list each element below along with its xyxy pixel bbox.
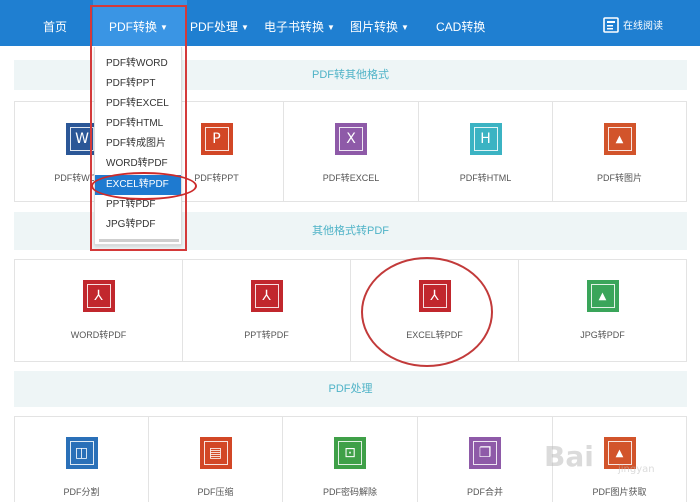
nav-pdf-process-label: PDF处理 (190, 20, 239, 34)
ppt-icon: P (200, 123, 233, 155)
annotation-ellipse-menu (91, 172, 197, 200)
split-icon-glyph: ◫ (69, 441, 94, 465)
section-other-to-pdf: ⅄ WORD转PDF ⅄ PPT转PDF ⅄ EXCEL转PDF ▲ JPG转P… (14, 259, 687, 362)
jpg-icon-glyph: ▲ (590, 284, 615, 308)
chevron-down-icon: ▼ (327, 23, 335, 32)
merge-icon-glyph: ❐ (473, 441, 497, 465)
pdf-icon: ⅄ (82, 280, 115, 312)
pdf-icon-glyph: ⅄ (254, 284, 279, 308)
watermark-text: Bai (544, 440, 594, 473)
tool-label: WORD转PDF (70, 330, 127, 340)
tool-card[interactable]: ⊡ PDF密码解除 (283, 417, 418, 502)
tool-card[interactable]: ⅄ PPT转PDF (183, 260, 351, 361)
split-icon: ◫ (65, 437, 98, 469)
nav-image-convert[interactable]: 图片转换 ▼ (350, 0, 409, 46)
tool-label: JPG转PDF (580, 330, 625, 340)
tool-label: PDF合并 (466, 487, 503, 497)
html-icon: H (469, 123, 502, 155)
nav-cad-convert[interactable]: CAD转换 (436, 0, 485, 46)
tool-card[interactable]: ▤ PDF压缩 (149, 417, 283, 502)
nav-online-read-label: 在线阅读 (623, 21, 663, 32)
tool-card[interactable]: X PDF转EXCEL (284, 102, 419, 201)
ppt-icon-glyph: P (204, 127, 229, 151)
chevron-down-icon: ▼ (241, 23, 249, 32)
compress-icon: ▤ (199, 437, 232, 469)
watermark-sub: jingyan (618, 464, 655, 475)
unlock-icon-glyph: ⊡ (338, 441, 362, 465)
annotation-ellipse-card (361, 257, 493, 367)
annotation-rectangle (90, 5, 187, 251)
jpg-icon: ▲ (586, 280, 619, 312)
tool-card[interactable]: ▲ JPG转PDF (519, 260, 686, 361)
section-pdf-process-title: PDF处理 (14, 371, 687, 407)
tool-label: PPT转PDF (244, 330, 289, 340)
tool-label: PDF转HTML (459, 173, 512, 183)
merge-icon: ❐ (469, 437, 501, 469)
tool-label: PDF转图片 (596, 173, 642, 183)
nav-pdf-process[interactable]: PDF处理 ▼ (190, 0, 249, 46)
image-icon-glyph: ▲ (607, 127, 632, 151)
image-icon: ▲ (603, 123, 636, 155)
nav-home-label: 首页 (43, 20, 68, 34)
nav-cad-convert-label: CAD转换 (436, 20, 486, 34)
pdf-icon-glyph: ⅄ (86, 284, 111, 308)
baidu-watermark-logo: Bai jingyan (544, 440, 694, 480)
nav-home[interactable]: 首页 (43, 0, 67, 46)
nav-ebook-convert[interactable]: 电子书转换 ▼ (264, 0, 335, 46)
nav-image-convert-label: 图片转换 (350, 20, 399, 34)
excel-icon: X (335, 123, 367, 155)
unlock-icon: ⊡ (334, 437, 366, 469)
tool-card[interactable]: ◫ PDF分割 (15, 417, 149, 502)
nav-online-read[interactable]: 在线阅读 (623, 0, 663, 46)
pdf-icon: ⅄ (250, 280, 283, 312)
nav-ebook-convert-label: 电子书转换 (264, 20, 325, 34)
compress-icon-glyph: ▤ (203, 441, 228, 465)
chevron-down-icon: ▼ (401, 23, 409, 32)
reader-icon[interactable] (603, 17, 619, 33)
tool-label: PDF密码解除 (322, 487, 377, 497)
tool-card[interactable]: H PDF转HTML (419, 102, 553, 201)
excel-icon-glyph: X (339, 127, 363, 151)
tool-label: PDF转EXCEL (322, 173, 380, 183)
tool-label: PDF分割 (63, 487, 100, 497)
tool-label: PDF压缩 (197, 487, 234, 497)
tool-card[interactable]: ❐ PDF合并 (418, 417, 553, 502)
tool-card[interactable]: ▲ PDF转图片 (553, 102, 686, 201)
tool-card[interactable]: ⅄ WORD转PDF (15, 260, 183, 361)
tool-label: PDF图片获取 (592, 487, 647, 497)
html-icon-glyph: H (473, 127, 498, 151)
